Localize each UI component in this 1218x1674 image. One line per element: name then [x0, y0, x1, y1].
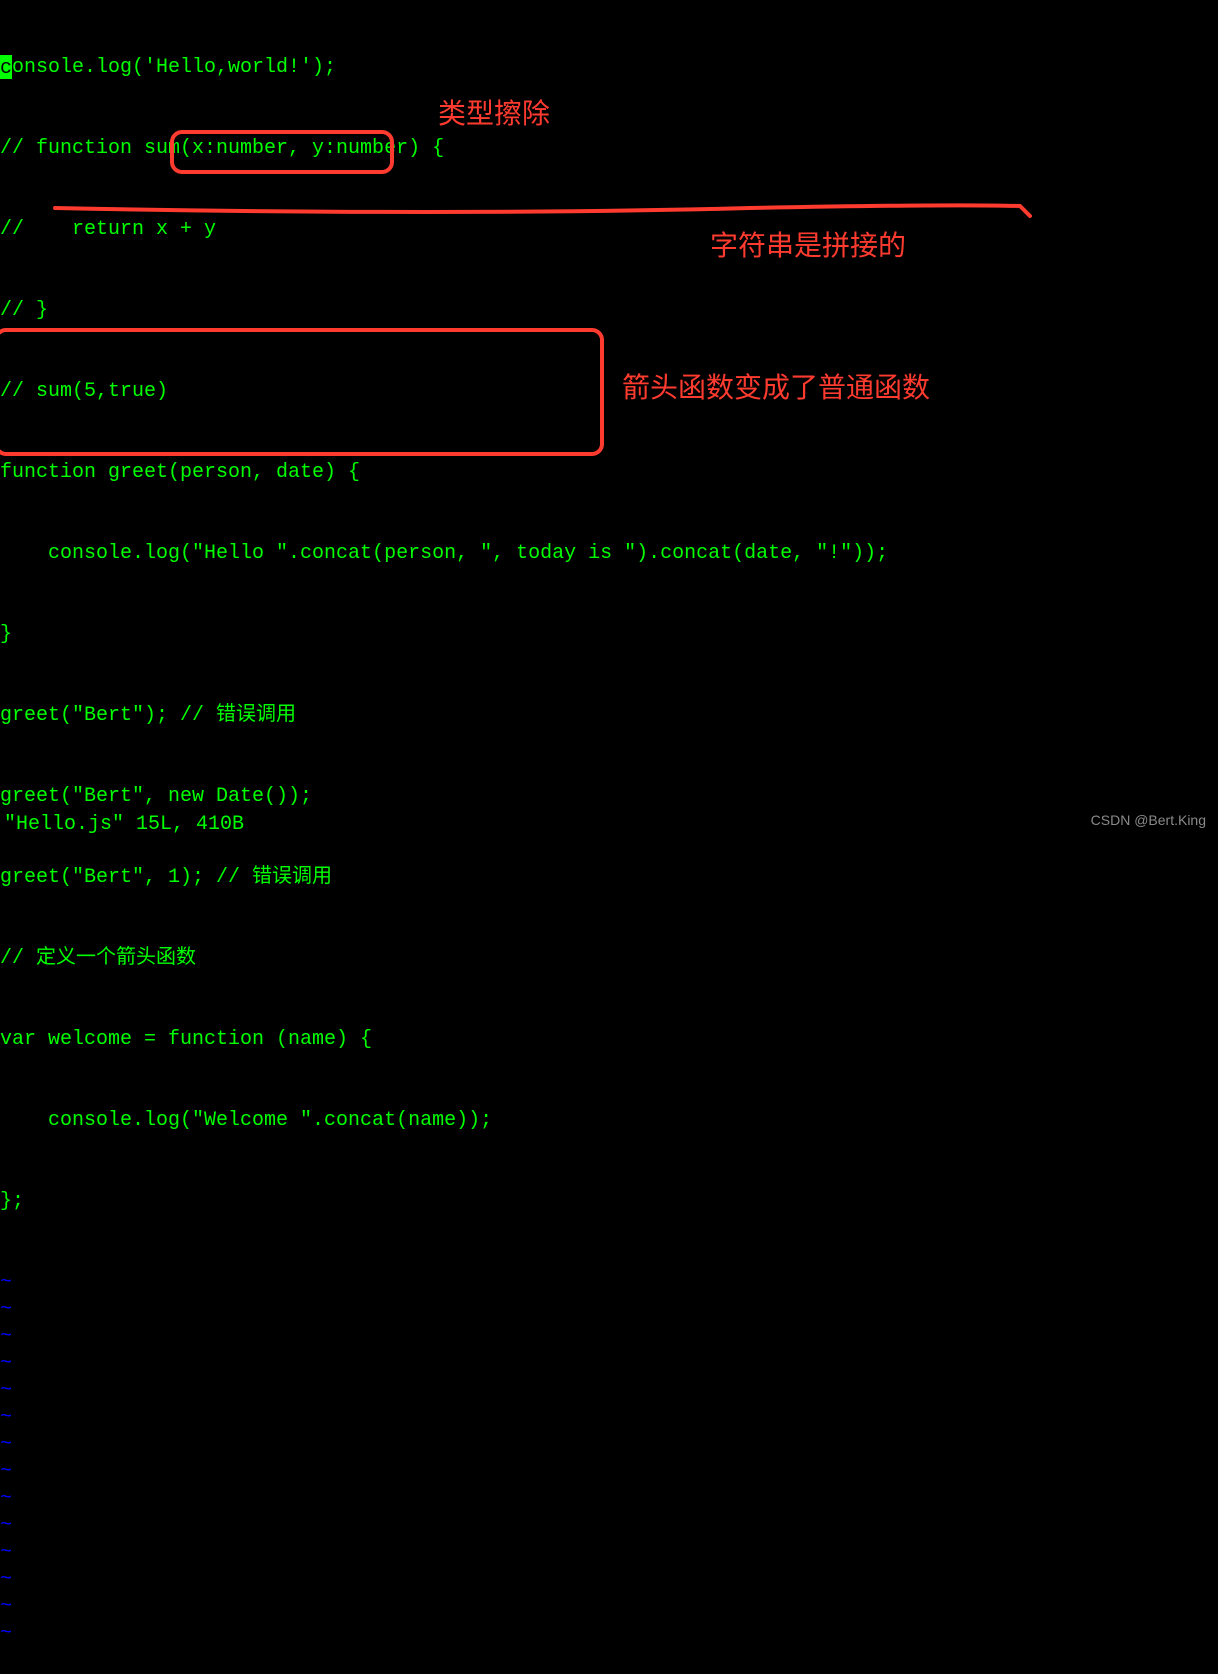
status-line: "Hello.js" 15L, 410B [4, 811, 244, 838]
tilde-line: ~ [0, 1431, 888, 1458]
code-line-10: greet("Bert", new Date()); [0, 783, 888, 810]
cursor-block: c [0, 55, 12, 79]
code-line-14: console.log("Welcome ".concat(name)); [0, 1107, 888, 1134]
code-line-6: function greet(person, date) { [0, 459, 888, 486]
tilde-line: ~ [0, 1458, 888, 1485]
watermark: CSDN @Bert.King [1091, 807, 1206, 834]
code-line-4: // } [0, 297, 888, 324]
tilde-line: ~ [0, 1485, 888, 1512]
tilde-line: ~ [0, 1512, 888, 1539]
tilde-line: ~ [0, 1404, 888, 1431]
tilde-line: ~ [0, 1350, 888, 1377]
tilde-line: ~ [0, 1593, 888, 1620]
code-line-13: var welcome = function (name) { [0, 1026, 888, 1053]
code-line-5: // sum(5,true) [0, 378, 888, 405]
tilde-line: ~ [0, 1539, 888, 1566]
code-line-15: }; [0, 1188, 888, 1215]
code-line-9: greet("Bert"); // 错误调用 [0, 702, 888, 729]
code-line-8: } [0, 621, 888, 648]
code-line-11: greet("Bert", 1); // 错误调用 [0, 864, 888, 891]
tilde-line: ~ [0, 1323, 888, 1350]
tilde-line: ~ [0, 1620, 888, 1647]
tilde-line: ~ [0, 1269, 888, 1296]
tilde-line: ~ [0, 1296, 888, 1323]
code-line-7: console.log("Hello ".concat(person, ", t… [0, 540, 888, 567]
code-line-1: console.log('Hello,world!'); [0, 54, 888, 81]
code-line-2: // function sum(x:number, y:number) { [0, 135, 888, 162]
code-line-3: // return x + y [0, 216, 888, 243]
tilde-line: ~ [0, 1377, 888, 1404]
code-line-12: // 定义一个箭头函数 [0, 945, 888, 972]
tilde-line: ~ [0, 1566, 888, 1593]
